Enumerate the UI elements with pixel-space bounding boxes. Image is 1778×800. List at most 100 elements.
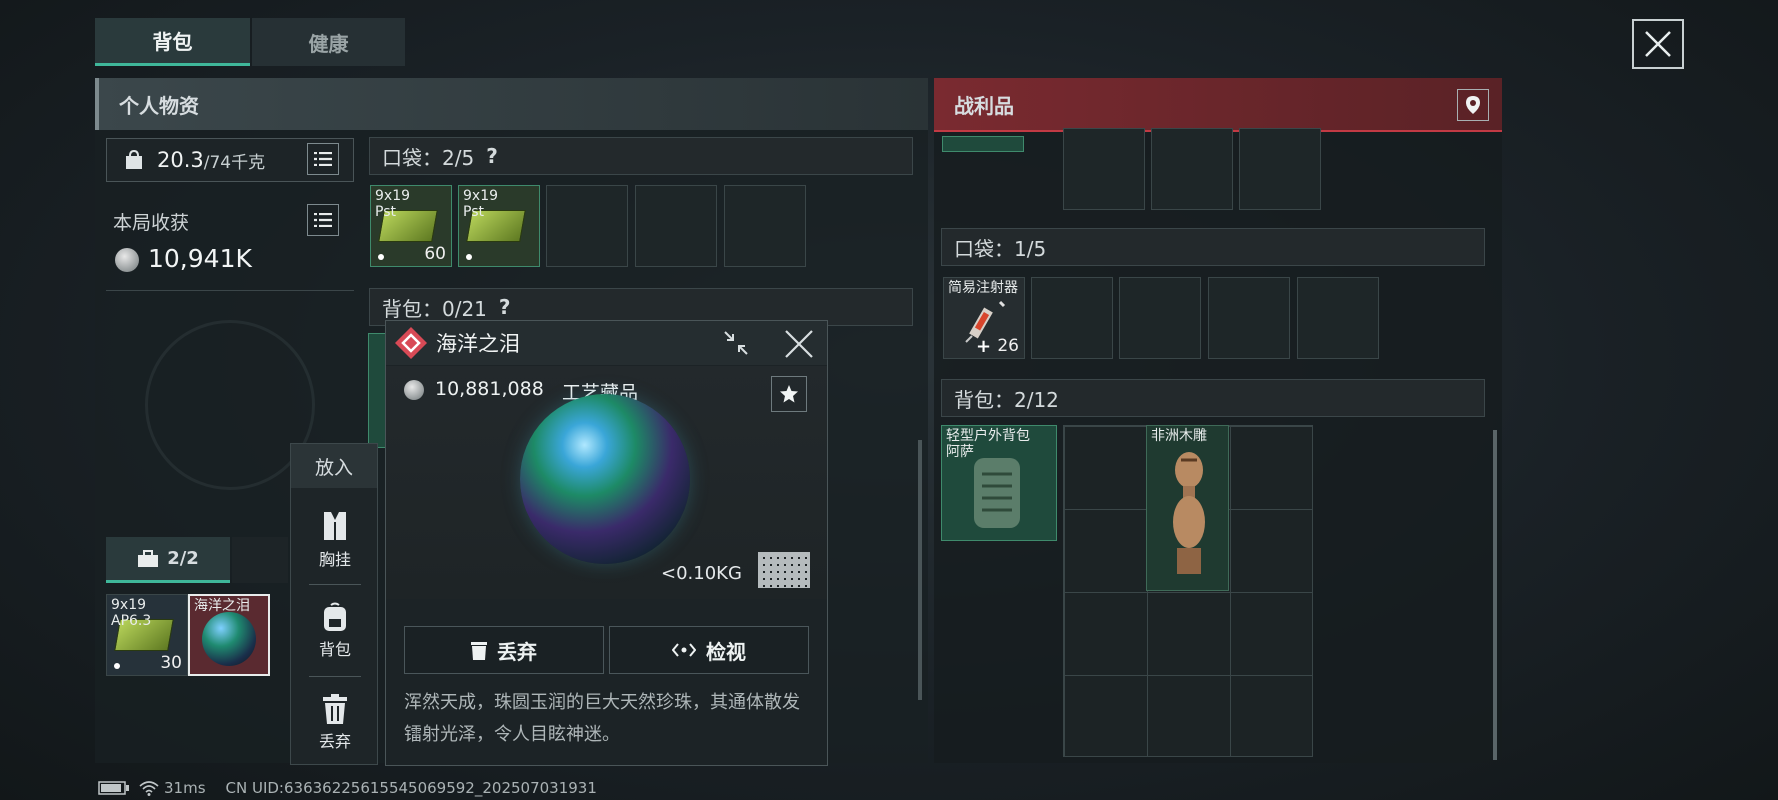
- loot-backpack-bar: 背包：2/12: [941, 379, 1485, 417]
- coin-icon: [404, 380, 424, 400]
- vest-icon: [324, 512, 346, 540]
- secondary-tab[interactable]: [232, 537, 288, 583]
- item-image-area: 10,881,088 工艺藏品 <0.10KG: [386, 366, 827, 599]
- slot-label: 非洲木雕: [1151, 428, 1207, 444]
- grid-size-icon: [758, 552, 810, 588]
- inspect-button[interactable]: 检视: [609, 626, 809, 674]
- tab-backpack[interactable]: 背包: [95, 18, 250, 66]
- put-into-discard-button[interactable]: 丢弃: [291, 694, 379, 752]
- backpack-label: 背包：0/21: [382, 296, 487, 321]
- safe-box-slot-selected[interactable]: 海洋之泪: [188, 594, 270, 676]
- tab-health[interactable]: 健康: [252, 18, 405, 66]
- put-into-menu: 放入 胸挂 背包 丢弃: [290, 443, 378, 765]
- inspect-label: 检视: [706, 639, 746, 664]
- pearl-image: [520, 394, 690, 564]
- loot-slot-empty[interactable]: [1151, 128, 1233, 210]
- close-button[interactable]: [1632, 19, 1684, 69]
- slot-dot: [378, 254, 384, 260]
- safe-box-tab[interactable]: 2/2: [106, 537, 230, 583]
- close-icon: [1645, 31, 1671, 57]
- earnings-value: 10,941K: [148, 244, 252, 273]
- earnings-label: 本局收获: [113, 212, 190, 234]
- left-scrollbar[interactable]: [918, 440, 922, 700]
- discard-label: 丢弃: [318, 732, 351, 751]
- divider: [106, 290, 354, 291]
- loot-backpack-item[interactable]: 轻型户外背包 阿萨: [941, 425, 1057, 541]
- slot-dot: [114, 663, 120, 669]
- loot-slot-empty[interactable]: [1239, 128, 1321, 210]
- slot-label: 9x19 Pst: [463, 188, 499, 220]
- pocket-section-bar: 口袋：2/5 ?: [369, 137, 913, 175]
- backpack-item-icon: [974, 458, 1020, 528]
- item-description: 浑然天成，珠圆玉润的巨大天然珍珠，其通体散发镭射光泽，令人目眩神迷。: [404, 692, 800, 745]
- loot-slot-empty[interactable]: [1063, 128, 1145, 210]
- discard-button[interactable]: 丢弃: [404, 626, 604, 674]
- loot-title: 战利品: [954, 93, 1014, 118]
- divider: [309, 584, 361, 585]
- slot-label: 9x19 AP6.3: [111, 597, 152, 629]
- loot-header: 战利品: [934, 78, 1502, 132]
- item-name: 海洋之泪: [436, 332, 520, 356]
- weight-icon: [126, 149, 142, 169]
- trash-icon: [323, 694, 347, 724]
- pocket-slot-empty[interactable]: [635, 185, 717, 267]
- slot-dot: [466, 254, 472, 260]
- pocket-slot[interactable]: 9x19 Pst: [458, 185, 540, 267]
- put-into-vest-button[interactable]: 胸挂: [291, 510, 379, 570]
- ping-value: 31ms: [164, 779, 206, 797]
- put-into-backpack-button[interactable]: 背包: [291, 602, 379, 660]
- loot-pocket-slot-empty[interactable]: [1031, 277, 1113, 359]
- panel-title: 个人物资: [119, 93, 199, 118]
- slot-label: 简易注射器: [948, 280, 1018, 296]
- item-weight: <0.10KG: [661, 563, 742, 584]
- loot-pocket-bar: 口袋：1/5: [941, 228, 1485, 266]
- pocket-slot-empty[interactable]: [546, 185, 628, 267]
- inspect-icon: [672, 643, 696, 657]
- pearl-icon: [202, 612, 256, 666]
- pocket-slot-empty[interactable]: [724, 185, 806, 267]
- locate-button[interactable]: [1457, 89, 1489, 121]
- earnings-list-button[interactable]: [307, 204, 339, 236]
- slot-count: 26: [997, 336, 1019, 356]
- vest-label: 胸挂: [318, 550, 351, 569]
- backpack-icon: [324, 602, 346, 631]
- help-icon[interactable]: ?: [486, 144, 498, 168]
- right-scrollbar[interactable]: [1493, 430, 1497, 760]
- loot-statue-item[interactable]: 非洲木雕: [1146, 425, 1229, 591]
- discard-label: 丢弃: [497, 639, 537, 664]
- heal-plus-icon: +: [976, 336, 992, 357]
- favorite-button[interactable]: [771, 376, 807, 412]
- weight-list-button[interactable]: [307, 143, 339, 175]
- uid-text: CN UID:636362256155450695​92_20250703193…: [225, 779, 597, 797]
- battery-icon: [98, 781, 129, 795]
- loot-pocket-slot[interactable]: 简易注射器 + 26: [943, 277, 1025, 359]
- loot-pocket-slot-empty[interactable]: [1297, 277, 1379, 359]
- weight-value: 20.3: [157, 148, 204, 172]
- loot-pocket-label: 口袋：1/5: [954, 236, 1047, 261]
- pocket-label: 口袋：2/5: [382, 145, 475, 170]
- safe-box-slot[interactable]: 9x19 AP6.3 30: [106, 594, 188, 676]
- item-value: 10,881,088: [435, 378, 544, 400]
- help-icon[interactable]: ?: [499, 295, 511, 319]
- loot-pocket-slot-empty[interactable]: [1119, 277, 1201, 359]
- pocket-slot[interactable]: 9x19 Pst 60: [370, 185, 452, 267]
- backpack-label: 背包: [318, 640, 351, 659]
- slot-label: 9x19 Pst: [375, 188, 411, 220]
- trash-icon: [471, 642, 487, 660]
- item-detail-popup: 海洋之泪 10,881,088 工艺藏品 <0.10KG 丢弃 检视 浑然天成，…: [385, 320, 828, 766]
- rarity-diamond-icon: [395, 327, 427, 359]
- list-icon: [314, 152, 332, 166]
- loot-backpack-label: 背包：2/12: [954, 387, 1059, 412]
- toolbox-icon: [138, 549, 159, 567]
- divider: [309, 676, 361, 677]
- slot-count: 60: [424, 244, 446, 264]
- map-pin-icon: [1466, 96, 1480, 114]
- collapse-icon[interactable]: [722, 329, 750, 357]
- weight-max: /74千克: [203, 152, 266, 173]
- slot-count: 30: [160, 653, 182, 673]
- loot-pocket-slot-empty[interactable]: [1208, 277, 1290, 359]
- star-icon: [780, 385, 798, 403]
- popup-close-icon[interactable]: [784, 329, 814, 359]
- statue-icon: [1173, 452, 1205, 574]
- loot-slot-partial[interactable]: [942, 136, 1024, 152]
